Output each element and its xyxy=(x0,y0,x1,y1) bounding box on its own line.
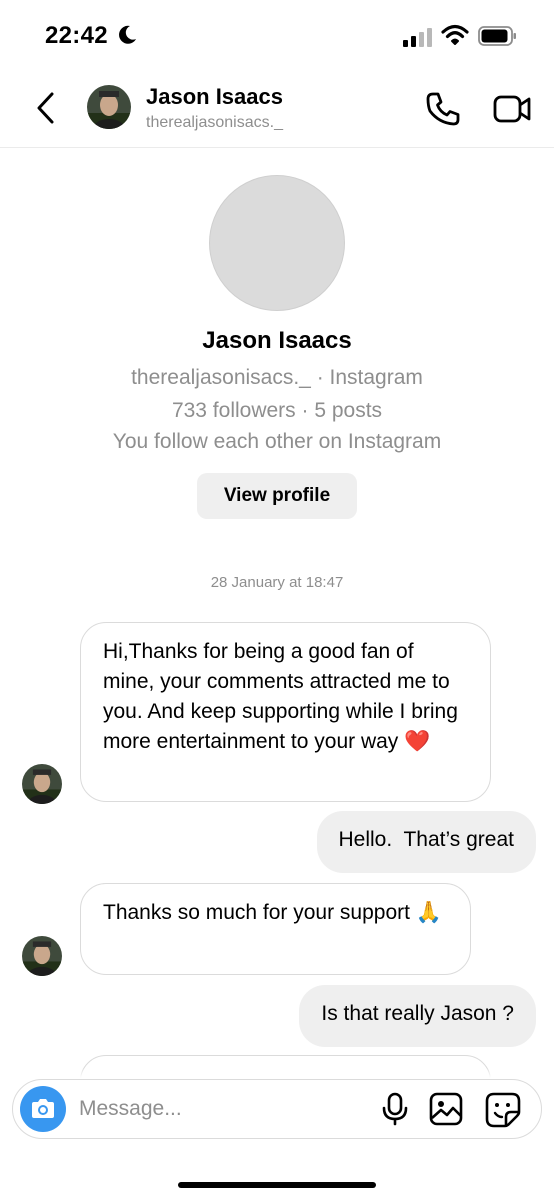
header-username[interactable]: therealjasonisacs._ xyxy=(146,114,283,132)
chat-header: Jason Isaacs therealjasonisacs._ xyxy=(0,70,554,148)
profile-stats: 733 followers · 5 posts xyxy=(171,399,383,422)
wifi-icon xyxy=(441,24,469,45)
message-bubble-outgoing[interactable]: Is that really Jason ? xyxy=(299,985,536,1047)
battery-icon xyxy=(478,26,516,46)
call-icon[interactable] xyxy=(424,90,462,128)
profile-avatar[interactable] xyxy=(209,175,345,311)
message-input[interactable] xyxy=(79,1094,369,1124)
gallery-icon[interactable] xyxy=(429,1092,463,1126)
message-composer xyxy=(12,1079,542,1139)
sender-avatar[interactable] xyxy=(22,936,62,976)
status-bar: 22:42 xyxy=(0,0,554,70)
sticker-icon[interactable] xyxy=(485,1092,521,1128)
profile-mutual: You follow each other on Instagram xyxy=(112,430,442,453)
home-indicator[interactable] xyxy=(178,1182,376,1188)
profile-subtitle: therealjasonisacs._ · Instagram xyxy=(131,366,423,389)
profile-name: Jason Isaacs xyxy=(202,327,352,354)
header-avatar[interactable] xyxy=(87,85,131,129)
microphone-icon[interactable] xyxy=(379,1092,411,1126)
chat-screen: 22:42 Jason Isaacs therealjasonisacs._ J… xyxy=(0,0,554,1200)
signal-icon xyxy=(403,28,432,47)
header-name[interactable]: Jason Isaacs xyxy=(146,84,283,110)
sender-avatar[interactable] xyxy=(22,764,62,804)
message-bubble-incoming[interactable]: Hi,Thanks for being a good fan of mine, … xyxy=(80,622,491,802)
back-icon[interactable] xyxy=(32,88,58,128)
message-bubble-outgoing[interactable]: Hello. That’s great xyxy=(316,811,536,873)
moon-icon xyxy=(119,25,136,44)
status-time: 22:42 xyxy=(45,22,108,49)
thread-timestamp: 28 January at 18:47 xyxy=(210,574,344,591)
camera-button[interactable] xyxy=(20,1086,66,1132)
camera-icon xyxy=(32,1099,54,1118)
view-profile-button[interactable]: View profile xyxy=(197,473,357,519)
message-bubble-incoming[interactable]: Thanks so much for your support 🙏 xyxy=(80,883,471,975)
video-call-icon[interactable] xyxy=(492,90,532,128)
